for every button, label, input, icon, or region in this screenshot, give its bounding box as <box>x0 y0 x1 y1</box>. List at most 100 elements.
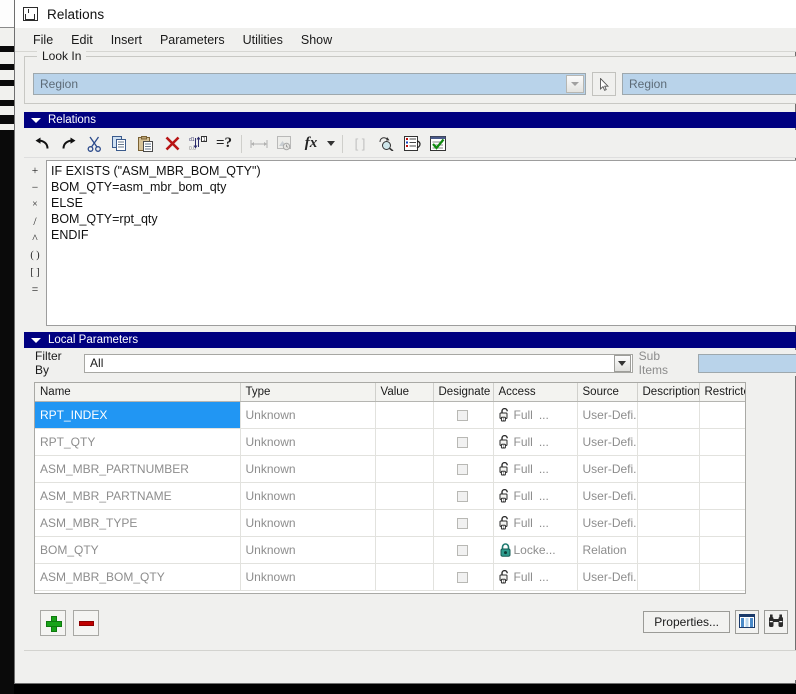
verify-button[interactable] <box>426 132 450 156</box>
menu-file[interactable]: File <box>24 30 62 50</box>
cell-designate[interactable] <box>433 536 494 564</box>
table-row[interactable]: ASM_MBR_BOM_QTY Unknown 1 Full... User-Defi.… <box>35 563 745 591</box>
column-header-description[interactable]: Description <box>637 383 700 402</box>
cell-source: User-Defi... <box>577 509 638 537</box>
menu-insert[interactable]: Insert <box>102 30 151 50</box>
column-header-restricted[interactable]: Restricted <box>699 383 745 402</box>
cell-access: 1 Full... <box>493 455 578 483</box>
plus-icon <box>46 616 62 632</box>
cell-description <box>637 509 700 537</box>
cell-designate[interactable] <box>433 401 494 429</box>
sub-items-field[interactable] <box>697 353 796 373</box>
search-image-button[interactable] <box>273 132 297 156</box>
parameters-table: Name Type Value Designate Access Source … <box>34 382 746 594</box>
find-button[interactable] <box>764 610 788 634</box>
operator-plus[interactable]: + <box>25 162 45 179</box>
table-row[interactable]: ASM_MBR_TYPEUnknown 1 Full... User-Defi... <box>35 509 745 537</box>
find-parameter-button[interactable] <box>374 132 398 156</box>
designate-checkbox[interactable] <box>457 436 468 448</box>
add-parameter-button[interactable] <box>40 610 66 636</box>
cell-designate[interactable] <box>433 455 494 483</box>
access-label: Full <box>513 515 533 530</box>
lock-closed-icon <box>499 542 512 557</box>
columns-button[interactable] <box>735 610 759 634</box>
column-header-access[interactable]: Access <box>493 383 578 402</box>
properties-button[interactable]: Properties... <box>643 611 730 633</box>
designate-checkbox[interactable] <box>457 490 468 502</box>
filter-row: Filter By All Sub Items <box>24 349 796 377</box>
filter-by-combo[interactable]: All <box>84 353 633 373</box>
cell-access: 1 Full... <box>493 509 578 537</box>
relations-code-area[interactable]: IF EXISTS ("ASM_MBR_BOM_QTY") BOM_QTY=as… <box>46 160 796 326</box>
column-header-designate[interactable]: Designate <box>433 383 494 402</box>
table-row[interactable]: ASM_MBR_PARTNAME Unknown 1 Full... User-Defi… <box>35 482 745 510</box>
cell-designate[interactable] <box>433 482 494 510</box>
pick-object-button[interactable] <box>592 72 616 96</box>
triangle-down-icon <box>31 337 41 343</box>
operator-brackets[interactable]: [ ] <box>25 264 45 281</box>
relations-section-header[interactable]: Relations <box>24 112 796 128</box>
table-row[interactable]: RPT_INDEXUnknown 1 Full... User-Defi... <box>35 401 745 429</box>
operator-multiply[interactable]: × <box>25 196 45 213</box>
relations-window: Relations File Edit Insert Parameters Ut… <box>14 0 796 684</box>
triangle-down-icon <box>31 117 41 123</box>
local-parameters-section-header[interactable]: Local Parameters <box>24 332 796 348</box>
table-row[interactable]: RPT_QTYUnknown 1 Full... User-Defi... <box>35 428 745 456</box>
cell-type: Unknown <box>240 536 376 564</box>
operator-divide[interactable]: / <box>25 213 45 230</box>
operator-power[interactable]: ^ <box>25 230 45 247</box>
designate-checkbox[interactable] <box>457 544 468 556</box>
column-header-name[interactable]: Name <box>35 383 241 402</box>
region-field[interactable]: Region <box>622 73 796 95</box>
sort-button[interactable]: d1 0.0 1 <box>186 132 210 156</box>
table-row[interactable]: ASM_MBR_PARTNUMBER Unknown 1 Full... User-De… <box>35 455 745 483</box>
column-header-type[interactable]: Type <box>240 383 376 402</box>
screen: Relations File Edit Insert Parameters Ut… <box>0 0 796 694</box>
designate-checkbox[interactable] <box>457 517 468 529</box>
cell-value <box>375 428 434 456</box>
menu-utilities[interactable]: Utilities <box>234 30 292 50</box>
function-dropdown[interactable] <box>325 132 337 156</box>
cell-designate[interactable] <box>433 428 494 456</box>
list-relations-button[interactable] <box>400 132 424 156</box>
column-header-value[interactable]: Value <box>375 383 434 402</box>
chevron-down-icon[interactable] <box>566 75 584 93</box>
operator-parentheses[interactable]: ( ) <box>25 247 45 264</box>
evaluate-button[interactable]: =? <box>212 132 236 156</box>
cell-value <box>375 563 434 591</box>
dimension-button[interactable] <box>247 132 271 156</box>
copy-button[interactable] <box>108 132 132 156</box>
menu-parameters[interactable]: Parameters <box>151 30 234 50</box>
access-ellipsis: ... <box>538 515 549 530</box>
svg-text:1: 1 <box>502 444 504 448</box>
brackets-button[interactable]: [ ] <box>348 132 372 156</box>
paste-button[interactable] <box>134 132 158 156</box>
cut-button[interactable] <box>82 132 106 156</box>
svg-text:1: 1 <box>502 471 504 475</box>
chevron-down-icon[interactable] <box>613 354 631 372</box>
delete-button[interactable] <box>160 132 184 156</box>
access-label: Full <box>513 434 533 449</box>
function-button[interactable]: fx <box>299 132 323 156</box>
designate-checkbox[interactable] <box>457 463 468 475</box>
operator-equals[interactable]: = <box>25 281 45 298</box>
redo-button[interactable] <box>56 132 80 156</box>
look-in-combo[interactable]: Region <box>33 73 586 95</box>
access-ellipsis: ... <box>538 407 549 422</box>
menu-show[interactable]: Show <box>292 30 341 50</box>
menu-edit[interactable]: Edit <box>62 30 102 50</box>
operator-minus[interactable]: − <box>25 179 45 196</box>
cell-name: ASM_MBR_BOM_QTY <box>35 563 241 591</box>
cell-designate[interactable] <box>433 509 494 537</box>
designate-checkbox[interactable] <box>457 409 468 421</box>
remove-parameter-button[interactable] <box>73 610 99 636</box>
lock-open-icon: 1 <box>499 461 512 476</box>
access-ellipsis: ... <box>538 461 549 476</box>
table-row[interactable]: BOM_QTY Unknown Locke... Relation <box>35 536 745 564</box>
access-label: Full <box>513 461 533 476</box>
undo-button[interactable] <box>30 132 54 156</box>
designate-checkbox[interactable] <box>457 571 468 583</box>
column-header-source[interactable]: Source <box>577 383 638 402</box>
cell-designate[interactable] <box>433 563 494 591</box>
cell-value <box>375 401 434 429</box>
